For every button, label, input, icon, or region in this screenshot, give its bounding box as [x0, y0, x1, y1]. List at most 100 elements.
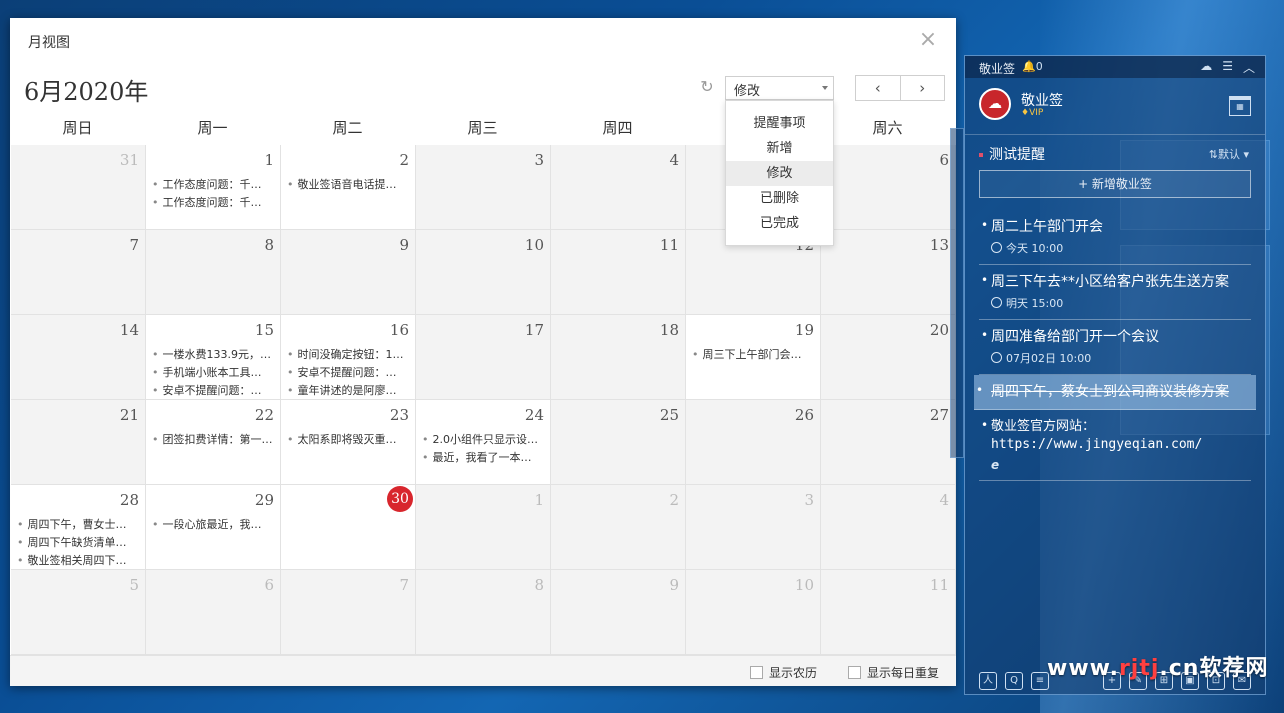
calendar-day-cell[interactable]: 4 [821, 485, 956, 570]
show-lunar-checkbox[interactable]: 显示农历 [750, 664, 817, 681]
calendar-day-cell[interactable]: 21 [11, 400, 146, 485]
calendar-day-cell[interactable]: 14 [11, 315, 146, 400]
calendar-event[interactable]: 童年讲述的是阿廖… [287, 382, 409, 399]
calendar-day-cell[interactable]: 11 [551, 230, 686, 315]
calendar-day-cell[interactable]: 23 太阳系即将毁灭重… [281, 400, 416, 485]
calendar-event[interactable]: 太阳系即将毁灭重… [287, 431, 409, 449]
calendar-day-cell[interactable]: 26 [686, 400, 821, 485]
day-events: 一楼水费133.9元，…手机端小账本工具…安卓不提醒问题：… [152, 346, 274, 399]
refresh-icon[interactable]: ↻ [698, 78, 716, 96]
calendar-icon[interactable]: ▦ [1229, 96, 1251, 116]
calendar-event[interactable]: 安卓不提醒问题：… [152, 382, 274, 399]
calendar-day-cell[interactable]: 25 [551, 400, 686, 485]
vip-badge: ♦VIP [1021, 108, 1044, 118]
calendar-day-cell[interactable]: 6 [146, 570, 281, 655]
calendar-day-cell[interactable]: 16 时间没确定按钮：1…安卓不提醒问题：…童年讲述的是阿廖… [281, 315, 416, 400]
calendar-day-cell[interactable]: 28 周四下午，曹女士…周四下午缺货清单…敬业签相关周四下… [11, 485, 146, 570]
cloud-sync-icon[interactable]: ☁ [1200, 59, 1212, 76]
calendar-event[interactable]: 周四下午缺货清单… [17, 534, 139, 552]
filter-option-completed[interactable]: 已完成 [726, 211, 833, 236]
calendar-day-cell[interactable]: 22 团签扣费详情：第一… [146, 400, 281, 485]
prev-month-button[interactable]: ‹ [856, 76, 901, 100]
filter-option-added[interactable]: 新增 [726, 136, 833, 161]
list-item-completed[interactable]: 周四下午，蔡女士到公司商议装修方案 [974, 375, 1256, 410]
calendar-day-cell[interactable]: 15 一楼水费133.9元，…手机端小账本工具…安卓不提醒问题：… [146, 315, 281, 400]
sort-selector[interactable]: ⇅默认 ▾ [1209, 146, 1249, 162]
note-text: 周四下午，蔡女士到公司商议装修方案 [991, 384, 1229, 400]
calendar-day-cell[interactable]: 2 [551, 485, 686, 570]
menu-icon[interactable]: ☰ [1222, 59, 1233, 76]
day-number: 26 [794, 406, 814, 424]
filter-option-reminders[interactable]: 提醒事项 [726, 111, 833, 136]
show-daily-repeat-checkbox[interactable]: 显示每日重复 [848, 664, 939, 681]
calendar-event[interactable]: 手机端小账本工具… [152, 364, 274, 382]
close-icon[interactable]: × [918, 29, 938, 51]
note-date-text: 明天 15:00 [1006, 297, 1064, 310]
calendar-event[interactable]: 一楼水费133.9元，… [152, 346, 274, 364]
calendar-event[interactable]: 周四下午，曹女士… [17, 516, 139, 534]
calendar-day-cell[interactable]: 1 [416, 485, 551, 570]
filter-option-deleted[interactable]: 已删除 [726, 186, 833, 211]
calendar-event[interactable]: 工作态度问题：千… [152, 194, 274, 212]
calendar-day-cell[interactable]: 17 [416, 315, 551, 400]
calendar-day-cell[interactable]: 2 敬业签语音电话提… [281, 145, 416, 230]
calendar-event[interactable]: 2.0小组件只显示设… [422, 431, 544, 449]
browser-icon[interactable]: e [991, 458, 1251, 472]
calendar-day-cell[interactable]: 13 [821, 230, 956, 315]
calendar-event[interactable]: 一段心旅最近，我… [152, 516, 274, 534]
bell-icon[interactable]: 🔔0 [1022, 60, 1043, 73]
calendar-day-cell[interactable]: 8 [146, 230, 281, 315]
group-name[interactable]: 测试提醒 [979, 144, 1045, 164]
calendar-day-cell[interactable]: 10 [416, 230, 551, 315]
avatar[interactable]: ☁ [979, 88, 1011, 120]
calendar-day-cell[interactable]: 9 [551, 570, 686, 655]
calendar-event[interactable]: 最近，我看了一本… [422, 449, 544, 467]
calendar-event[interactable]: 敬业签语音电话提… [287, 176, 409, 194]
list-item[interactable]: 周四准备给部门开一个会议 07月02日 10:00 [979, 320, 1251, 375]
calendar-day-cell[interactable]: 11 [821, 570, 956, 655]
search-icon[interactable]: Q [1005, 672, 1023, 690]
calendar-day-cell[interactable]: 29 一段心旅最近，我… [146, 485, 281, 570]
next-month-button[interactable]: › [901, 76, 945, 100]
calendar-event[interactable]: 周三下上午部门会… [692, 346, 814, 364]
collapse-icon[interactable]: ︿ [1243, 59, 1255, 76]
calendar-event[interactable]: 团签扣费详情：第一… [152, 431, 274, 449]
calendar-day-cell[interactable]: 3 [416, 145, 551, 230]
calendar-day-cell[interactable]: 20 [821, 315, 956, 400]
filter-select[interactable]: 修改 [725, 76, 834, 100]
contacts-icon[interactable]: 人 [979, 672, 997, 690]
calendar-event[interactable]: 安卓不提醒问题：… [287, 364, 409, 382]
calendar-day-cell[interactable]: 18 [551, 315, 686, 400]
day-number: 11 [659, 236, 679, 254]
calendar-day-cell[interactable]: 4 [551, 145, 686, 230]
calendar-day-cell[interactable]: 9 [281, 230, 416, 315]
day-events: 团签扣费详情：第一… [152, 431, 274, 449]
calendar-day-cell[interactable]: 10 [686, 570, 821, 655]
list-item[interactable]: 周二上午部门开会 今天 10:00 [979, 210, 1251, 265]
day-events: 周三下上午部门会… [692, 346, 814, 364]
day-number: 2 [669, 491, 679, 509]
checkbox-box [848, 666, 861, 679]
add-note-button[interactable]: + 新增敬业签 [979, 170, 1251, 198]
calendar-event[interactable]: 时间没确定按钮：1… [287, 346, 409, 364]
topbar-icons: ☁ ☰ ︿ [1200, 59, 1255, 76]
calendar-day-cell[interactable]: 19 周三下上午部门会… [686, 315, 821, 400]
day-number: 4 [939, 491, 949, 509]
calendar-day-cell[interactable]: 6 [821, 145, 956, 230]
calendar-event[interactable]: 工作态度问题：千… [152, 176, 274, 194]
calendar-day-cell[interactable]: 27 [821, 400, 956, 485]
calendar-event[interactable]: 敬业签相关周四下… [17, 552, 139, 569]
calendar-day-cell[interactable]: 1 工作态度问题：千…工作态度问题：千… [146, 145, 281, 230]
month-view-footer: 显示农历 显示每日重复 [10, 655, 956, 686]
calendar-day-cell[interactable]: 3 [686, 485, 821, 570]
calendar-day-cell[interactable]: 7 [11, 230, 146, 315]
calendar-day-cell[interactable]: 8 [416, 570, 551, 655]
filter-option-modified[interactable]: 修改 [726, 161, 833, 186]
calendar-day-cell[interactable]: 7 [281, 570, 416, 655]
calendar-day-cell[interactable]: 5 [11, 570, 146, 655]
list-item[interactable]: 周三下午去**小区给客户张先生送方案 明天 15:00 [979, 265, 1251, 320]
calendar-day-cell[interactable]: 31 [11, 145, 146, 230]
calendar-day-cell[interactable]: 24 2.0小组件只显示设…最近，我看了一本… [416, 400, 551, 485]
calendar-day-cell[interactable]: 30 [281, 485, 416, 570]
list-item[interactable]: 敬业签官方网站： https://www.jingyeqian.com/ e [979, 410, 1251, 481]
